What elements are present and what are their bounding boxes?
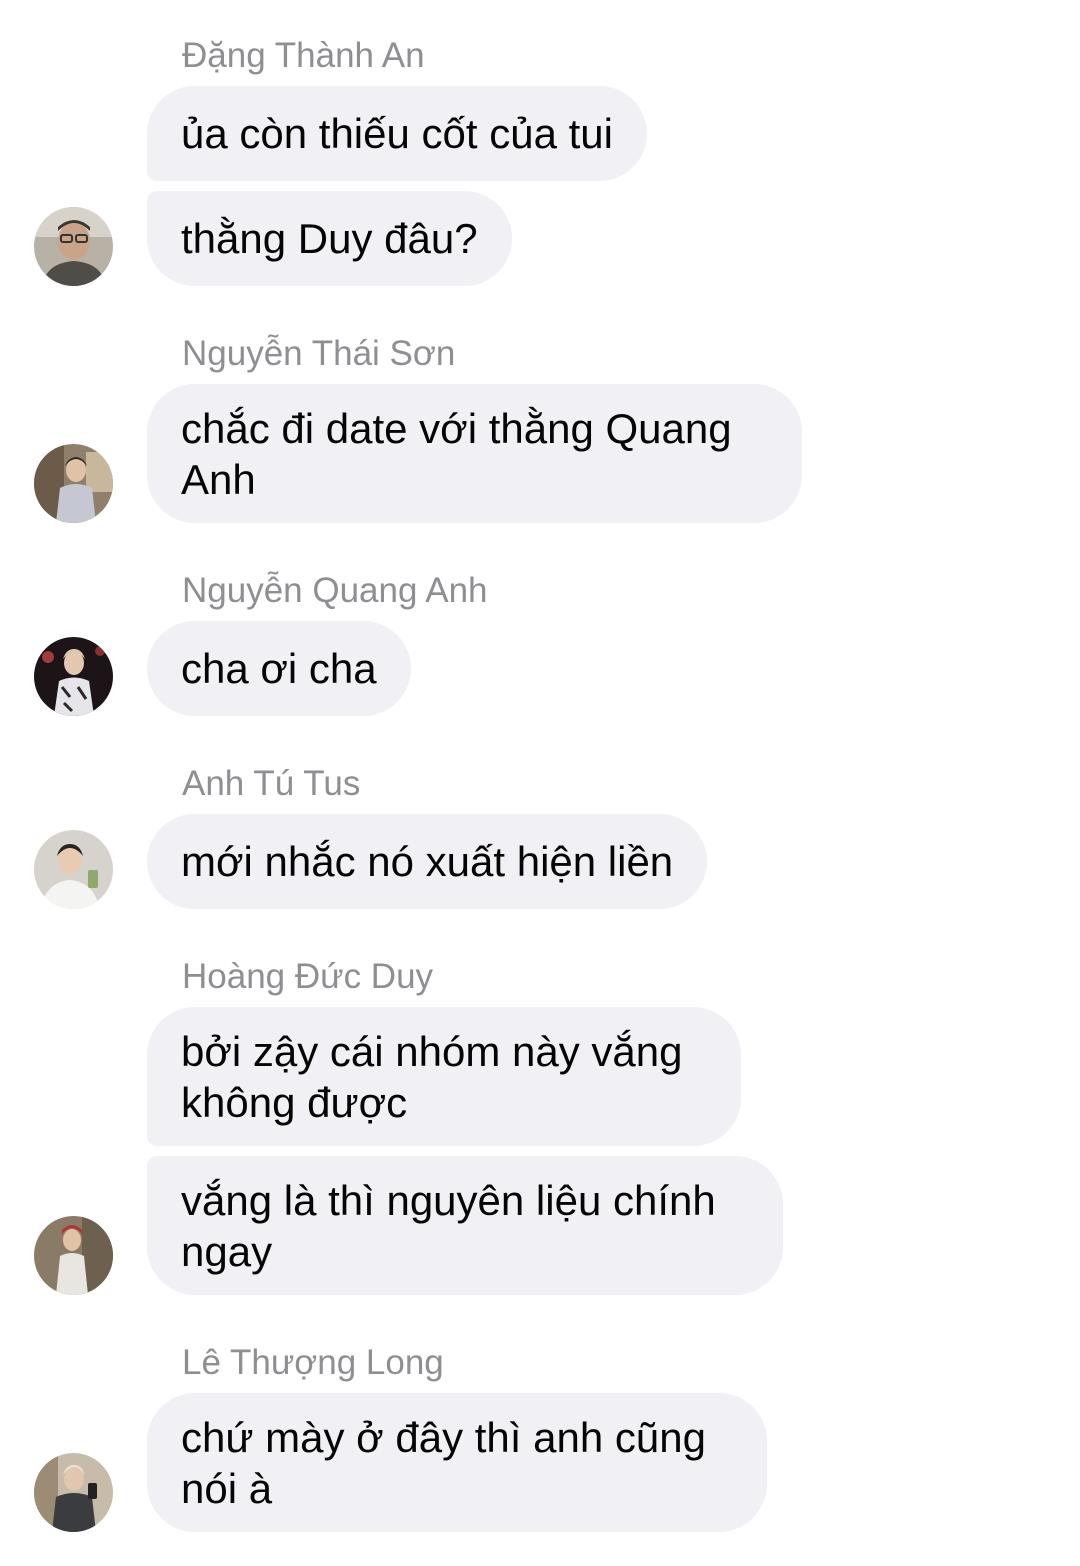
- avatar-photo-icon: [34, 1453, 113, 1532]
- message-bubble[interactable]: cha ơi cha: [147, 621, 411, 716]
- avatar[interactable]: [34, 444, 113, 523]
- chat-thread: Đặng Thành An ủa còn thiếu cốt của tui t…: [0, 0, 1080, 1566]
- message-bubble[interactable]: chắc đi date với thằng Quang Anh: [147, 384, 802, 523]
- message-bubble[interactable]: bởi zậy cái nhóm này vắng không được: [147, 1007, 741, 1146]
- sender-name: Đặng Thành An: [182, 36, 425, 75]
- message-bubble[interactable]: chứ mày ở đây thì anh cũng nói à: [147, 1393, 767, 1532]
- avatar-photo-icon: [34, 207, 113, 286]
- sender-name: Lê Thượng Long: [182, 1343, 444, 1382]
- sender-name: Hoàng Đức Duy: [182, 957, 434, 996]
- avatar[interactable]: [34, 207, 113, 286]
- avatar[interactable]: [34, 1216, 113, 1295]
- sender-name: Nguyễn Thái Sơn: [182, 334, 456, 373]
- sender-name: Nguyễn Quang Anh: [182, 571, 488, 610]
- sender-name: Anh Tú Tus: [182, 764, 361, 803]
- avatar-photo-icon: [34, 830, 113, 909]
- avatar[interactable]: [34, 830, 113, 909]
- avatar[interactable]: [34, 637, 113, 716]
- avatar-photo-icon: [34, 637, 113, 716]
- avatar-photo-icon: [34, 444, 113, 523]
- avatar[interactable]: [34, 1453, 113, 1532]
- message-bubble[interactable]: ủa còn thiếu cốt của tui: [147, 86, 647, 181]
- avatar-photo-icon: [34, 1216, 113, 1295]
- message-bubble[interactable]: vắng là thì nguyên liệu chính ngay: [147, 1156, 783, 1295]
- message-bubble[interactable]: mới nhắc nó xuất hiện liền: [147, 814, 708, 909]
- message-bubble[interactable]: thằng Duy đâu?: [147, 191, 512, 286]
